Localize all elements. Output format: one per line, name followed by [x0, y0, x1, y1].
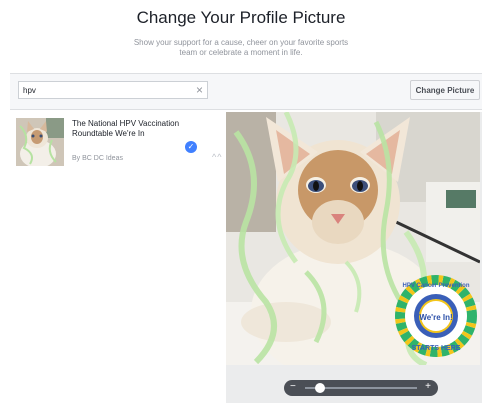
change-picture-button[interactable]: Change Picture: [410, 80, 480, 100]
badge-center-text: We're In!: [419, 313, 452, 322]
page-subtitle: Show your support for a cause, cheer on …: [133, 38, 349, 57]
zoom-slider[interactable]: − +: [284, 380, 438, 396]
frame-thumbnail: [16, 118, 64, 166]
plus-icon[interactable]: +: [425, 381, 431, 392]
toolbar: × Change Picture: [10, 74, 482, 110]
page-title: Change Your Profile Picture: [136, 8, 346, 27]
chevron-up-icon[interactable]: ^^: [212, 152, 222, 162]
badge-bottom-text: STARTS HERE: [412, 345, 461, 352]
zoom-handle[interactable]: [315, 383, 326, 393]
result-title: The National HPV Vaccination Roundtable …: [72, 119, 180, 138]
result-author: By BC DC Ideas: [72, 155, 123, 162]
badge-top-text: HPV Cancer Prevention: [402, 283, 469, 289]
minus-icon[interactable]: −: [290, 381, 296, 392]
close-icon[interactable]: ×: [196, 83, 203, 97]
list-item[interactable]: The National HPV Vaccination Roundtable …: [14, 115, 210, 169]
frame-picker-panel: × Change Picture The: [10, 73, 482, 403]
search-box[interactable]: ×: [18, 81, 208, 99]
search-input[interactable]: [23, 83, 183, 97]
check-icon: ✓: [185, 141, 197, 153]
profile-photo-preview[interactable]: We're In! HPV Cancer Prevention STARTS H…: [226, 112, 480, 365]
page-header: Change Your Profile Picture Show your su…: [0, 0, 482, 70]
results-list: The National HPV Vaccination Roundtable …: [10, 110, 221, 403]
preview-area: We're In! HPV Cancer Prevention STARTS H…: [226, 112, 482, 403]
